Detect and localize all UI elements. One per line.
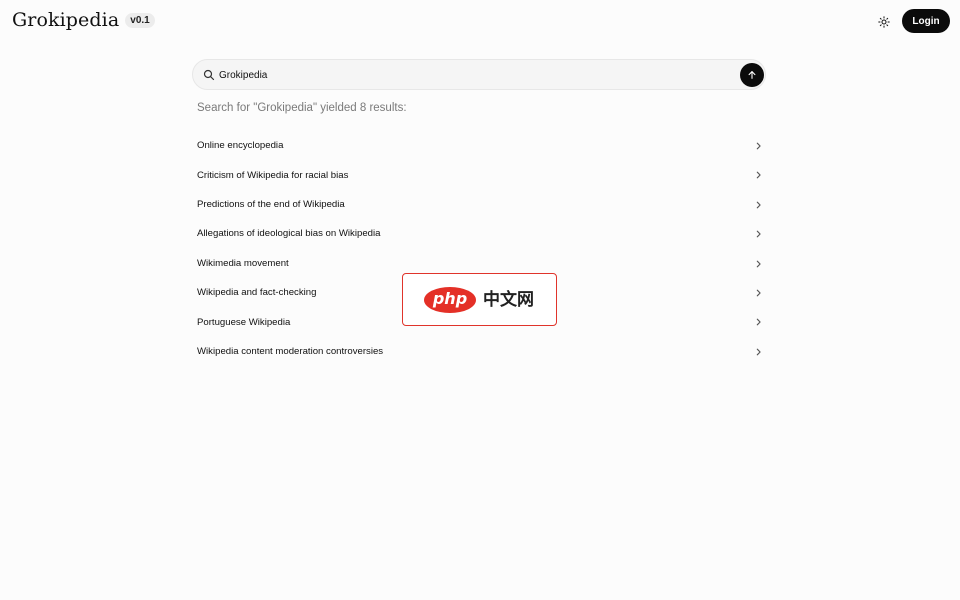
search-submit-button[interactable]: [740, 63, 764, 87]
result-title[interactable]: Allegations of ideological bias on Wikip…: [197, 228, 380, 239]
chevron-right-icon: [756, 142, 761, 150]
top-bar: Grokipedia v0.1 Login: [0, 0, 960, 44]
result-title[interactable]: Wikipedia and fact-checking: [197, 287, 316, 298]
arrow-up-icon: [748, 71, 756, 79]
result-title[interactable]: Wikimedia movement: [197, 258, 289, 269]
login-button[interactable]: Login: [902, 9, 950, 33]
chevron-right-icon: [756, 201, 761, 209]
version-badge: v0.1: [125, 12, 155, 28]
result-item[interactable]: Wikipedia content moderation controversi…: [192, 337, 766, 366]
result-title[interactable]: Predictions of the end of Wikipedia: [197, 199, 345, 210]
search-bar[interactable]: [192, 59, 766, 90]
result-title[interactable]: Criticism of Wikipedia for racial bias: [197, 170, 348, 181]
chevron-right-icon: [756, 348, 761, 356]
results-list: Online encyclopedia Criticism of Wikiped…: [192, 131, 766, 366]
result-item[interactable]: Predictions of the end of Wikipedia: [192, 190, 766, 219]
brand-name[interactable]: Grokipedia: [12, 9, 119, 31]
search-input[interactable]: [219, 66, 719, 84]
chevron-right-icon: [756, 230, 761, 238]
php-logo-text: php: [432, 289, 468, 308]
chevron-right-icon: [756, 318, 761, 326]
chevron-right-icon: [756, 289, 761, 297]
theme-toggle-button[interactable]: [874, 12, 894, 32]
php-watermark: php 中文网: [402, 273, 557, 326]
result-item[interactable]: Online encyclopedia: [192, 131, 766, 160]
results-summary: Search for "Grokipedia" yielded 8 result…: [197, 102, 407, 114]
result-title[interactable]: Online encyclopedia: [197, 140, 283, 151]
brand[interactable]: Grokipedia v0.1: [12, 9, 155, 31]
result-item[interactable]: Criticism of Wikipedia for racial bias: [192, 160, 766, 189]
chevron-right-icon: [756, 172, 761, 179]
result-title[interactable]: Wikipedia content moderation controversi…: [197, 346, 383, 357]
result-title[interactable]: Portuguese Wikipedia: [197, 317, 290, 328]
php-logo: php: [424, 287, 476, 313]
sun-icon: [878, 16, 890, 28]
watermark-site-text: 中文网: [483, 290, 534, 310]
result-item[interactable]: Allegations of ideological bias on Wikip…: [192, 219, 766, 248]
search-icon: [203, 69, 215, 81]
chevron-right-icon: [756, 260, 761, 267]
